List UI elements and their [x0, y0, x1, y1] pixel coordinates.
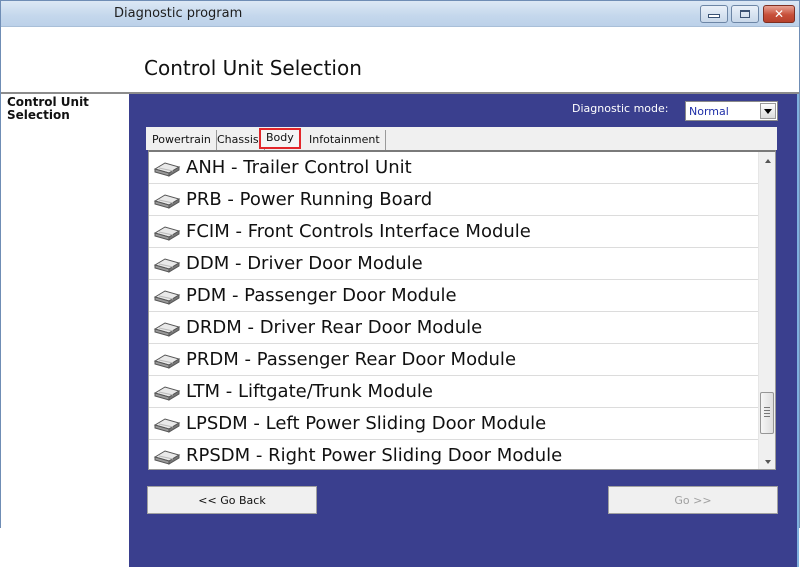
module-label: PDM - Passenger Door Module: [186, 285, 457, 306]
module-chip-icon: [153, 322, 181, 337]
arrow-up-icon: [764, 158, 771, 163]
close-icon: ✕: [773, 7, 785, 21]
module-chip-icon: [153, 386, 181, 401]
module-label: DRDM - Driver Rear Door Module: [186, 317, 483, 338]
module-list-item[interactable]: ANH - Trailer Control Unit: [149, 152, 759, 184]
module-chip-icon: [153, 258, 181, 273]
module-label: DDM - Driver Door Module: [186, 253, 423, 274]
diagnostic-mode-select[interactable]: Normal: [685, 101, 778, 121]
dropdown-button[interactable]: [760, 103, 776, 119]
sidebar: Control Unit Selection Main menu: [1, 94, 799, 567]
module-label: ANH - Trailer Control Unit: [186, 157, 412, 178]
go-back-button[interactable]: << Go Back: [147, 486, 317, 514]
minimize-button[interactable]: [700, 5, 728, 23]
module-chip-icon: [153, 162, 181, 177]
module-list-item[interactable]: DDM - Driver Door Module: [149, 248, 759, 280]
module-chip-icon: [153, 290, 181, 305]
tab-infotainment[interactable]: Infotainment: [304, 130, 386, 150]
module-chip-icon: [153, 226, 181, 241]
close-button[interactable]: ✕: [763, 5, 795, 23]
go-button[interactable]: Go >>: [608, 486, 778, 514]
module-list-item[interactable]: RPSDM - Right Power Sliding Door Module: [149, 440, 759, 469]
module-label: RPSDM - Right Power Sliding Door Module: [186, 445, 563, 466]
module-list-item[interactable]: LPSDM - Left Power Sliding Door Module: [149, 408, 759, 440]
module-chip-icon: [153, 450, 181, 465]
scroll-up-button[interactable]: [759, 152, 775, 169]
module-label: FCIM - Front Controls Interface Module: [186, 221, 531, 242]
module-label: PRB - Power Running Board: [186, 189, 433, 210]
module-list-item[interactable]: LTM - Liftgate/Trunk Module: [149, 376, 759, 408]
sidebar-item-control-unit-selection[interactable]: Control Unit Selection: [7, 96, 117, 122]
module-list-item[interactable]: PRB - Power Running Board: [149, 184, 759, 216]
module-label: PRDM - Passenger Rear Door Module: [186, 349, 517, 370]
grip-line: [764, 406, 770, 408]
tab-chassis[interactable]: Chassis: [212, 130, 265, 150]
page-header: Control Unit Selection: [1, 28, 799, 92]
module-list-item[interactable]: PDM - Passenger Door Module: [149, 280, 759, 312]
module-chip-icon: [153, 194, 181, 209]
diagnostic-mode-label: Diagnostic mode:: [572, 102, 669, 115]
module-chip-icon: [153, 418, 181, 433]
scroll-down-button[interactable]: [759, 453, 775, 469]
module-list: ANH - Trailer Control Unit PRB - Power R…: [148, 150, 776, 470]
diagnostic-mode-value: Normal: [689, 105, 729, 118]
tab-powertrain[interactable]: Powertrain: [147, 130, 217, 150]
chevron-down-icon: [764, 108, 772, 114]
tab-body[interactable]: Body: [259, 128, 301, 149]
module-label: LPSDM - Left Power Sliding Door Module: [186, 413, 547, 434]
list-scrollbar[interactable]: [758, 152, 775, 469]
page-title: Control Unit Selection: [144, 56, 362, 80]
scroll-thumb[interactable]: [760, 391, 774, 434]
maximize-button[interactable]: [731, 5, 759, 23]
app-window: Diagnostic program ✕ Control Unit Select…: [0, 0, 800, 567]
maximize-icon: [740, 10, 750, 18]
module-list-item[interactable]: FCIM - Front Controls Interface Module: [149, 216, 759, 248]
category-tabs: Powertrain Chassis Body Infotainment: [146, 127, 777, 150]
title-bar[interactable]: Diagnostic program ✕: [1, 1, 799, 27]
window-title: Diagnostic program: [114, 6, 243, 21]
grip-line: [764, 409, 770, 411]
arrow-down-icon: [764, 459, 771, 464]
module-list-item[interactable]: PRDM - Passenger Rear Door Module: [149, 344, 759, 376]
main-panel: Diagnostic mode: Normal Powertrain Chass…: [129, 94, 799, 528]
module-list-item[interactable]: DRDM - Driver Rear Door Module: [149, 312, 759, 344]
module-chip-icon: [153, 354, 181, 369]
grip-line: [764, 415, 770, 417]
module-label: LTM - Liftgate/Trunk Module: [186, 381, 433, 402]
grip-line: [764, 412, 770, 414]
minimize-icon: [708, 14, 720, 18]
